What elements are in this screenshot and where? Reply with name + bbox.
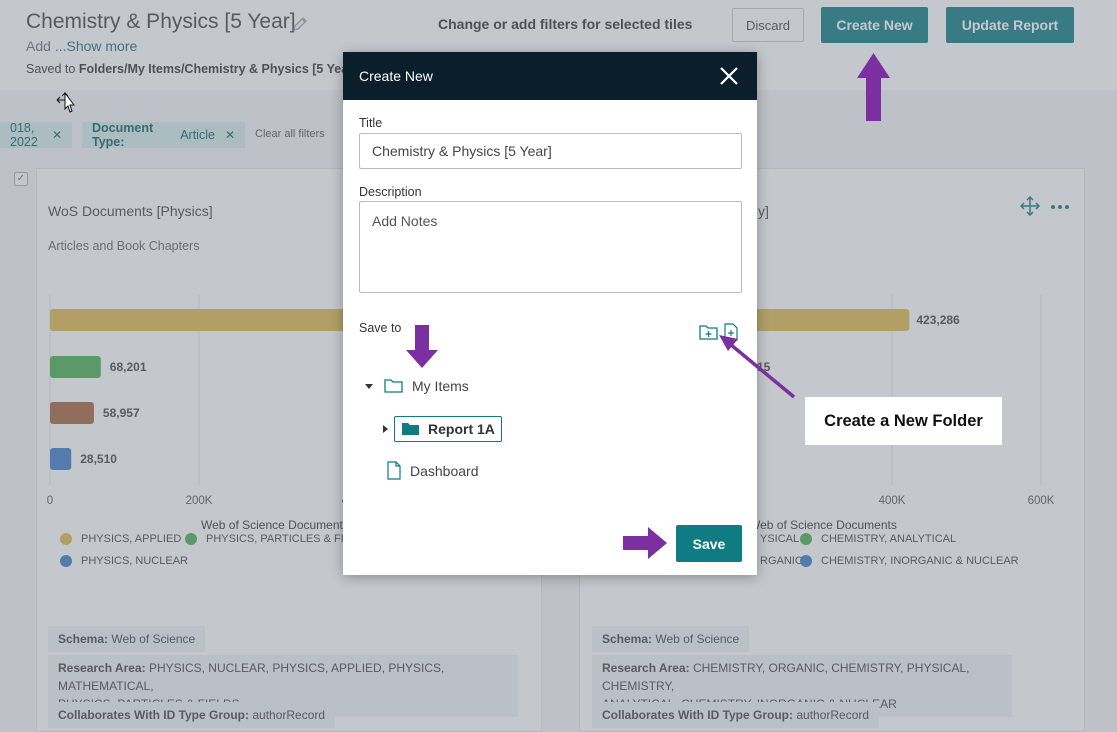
tutorial-annotations	[406, 53, 890, 559]
arrow-up-to-create-new	[857, 53, 890, 121]
arrow-to-new-folder-icon	[719, 335, 796, 399]
arrow-down-to-save-to	[406, 325, 438, 368]
create-folder-callout: Create a New Folder	[805, 397, 1002, 445]
arrow-right-to-save	[623, 527, 667, 559]
